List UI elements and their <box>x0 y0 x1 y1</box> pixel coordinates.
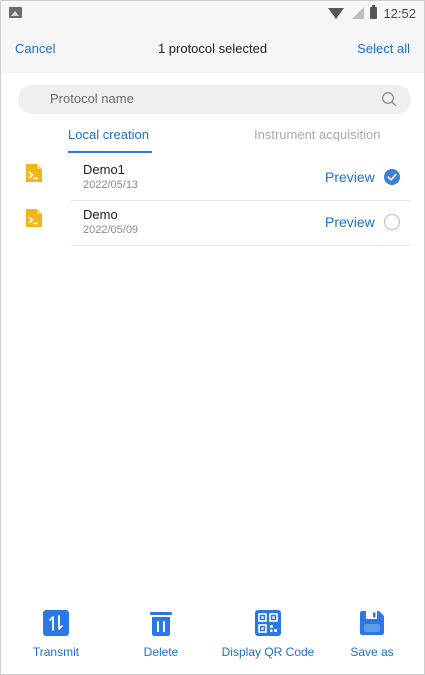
unchecked-icon[interactable] <box>384 214 400 230</box>
save-as-label: Save as <box>350 645 394 659</box>
protocol-date: 2022/05/13 <box>83 179 139 191</box>
app-frame: 12:52 Cancel 1 protocol selected Select … <box>0 0 425 675</box>
wifi-icon <box>328 7 345 19</box>
qr-code-icon <box>255 610 281 636</box>
search-input[interactable]: Protocol name <box>50 91 134 106</box>
bottom-toolbar: Transmit Delete Display QR Code Save as <box>1 601 424 674</box>
search-icon[interactable] <box>381 91 397 107</box>
protocol-name: Demo1 <box>83 162 125 177</box>
select-all-button[interactable]: Select all <box>357 41 410 56</box>
list-item[interactable]: Demo1 2022/05/13 Preview <box>1 156 424 201</box>
delete-label: Delete <box>143 645 179 659</box>
transmit-button[interactable]: Transmit <box>28 609 84 659</box>
preview-button[interactable]: Preview <box>325 169 375 185</box>
save-icon <box>360 611 384 635</box>
display-qr-code-button[interactable]: Display QR Code <box>215 609 321 659</box>
signal-icon <box>350 7 365 19</box>
checked-icon[interactable] <box>384 169 400 185</box>
image-icon <box>9 7 22 18</box>
protocol-file-icon <box>26 209 42 227</box>
search-bar[interactable]: Protocol name <box>18 85 411 114</box>
delete-button[interactable]: Delete <box>136 609 186 659</box>
preview-button[interactable]: Preview <box>325 214 375 230</box>
protocol-name: Demo <box>83 207 118 222</box>
save-as-button[interactable]: Save as <box>344 609 400 659</box>
status-time: 12:52 <box>383 5 416 21</box>
display-qr-code-label: Display QR Code <box>221 645 315 659</box>
tab-local-creation[interactable]: Local creation <box>68 127 149 142</box>
trash-icon <box>150 612 172 636</box>
status-bar: 12:52 <box>1 1 424 25</box>
active-tab-indicator <box>68 151 152 153</box>
protocol-file-icon <box>26 164 42 182</box>
transmit-icon <box>43 610 69 636</box>
selection-header: Cancel 1 protocol selected Select all <box>1 25 424 73</box>
divider <box>71 245 410 246</box>
protocol-date: 2022/05/09 <box>83 224 139 236</box>
tab-instrument-acquisition[interactable]: Instrument acquisition <box>254 127 380 142</box>
list-item[interactable]: Demo 2022/05/09 Preview <box>1 201 424 246</box>
battery-icon <box>370 5 378 19</box>
status-icons: 12:52 <box>328 5 416 21</box>
transmit-label: Transmit <box>32 645 80 659</box>
